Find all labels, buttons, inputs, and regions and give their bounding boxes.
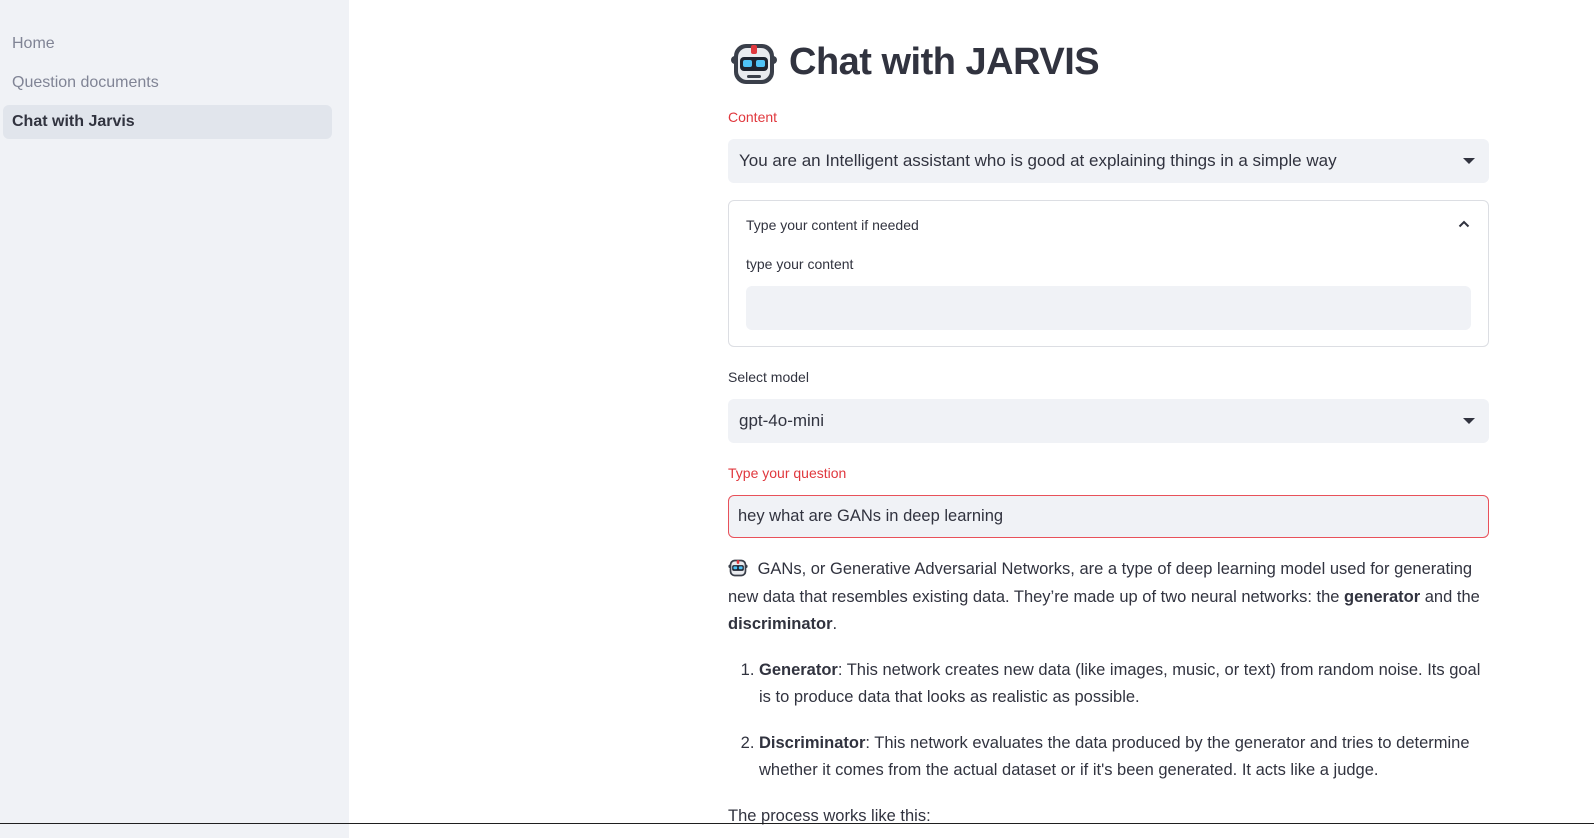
content-field-label: type your content [746,256,854,272]
question-input[interactable] [728,495,1489,538]
model-select[interactable]: gpt-4o-mini [728,399,1489,443]
caret-down-icon [1463,158,1475,164]
robot-face-icon [731,44,777,84]
list-item-term: Discriminator [759,733,866,752]
page-title-text: Chat with JARVIS [789,41,1100,83]
answer-intro-part-2: and the [1420,587,1480,606]
list-item-text: : This network evaluates the data produc… [759,733,1470,780]
content-select-value: You are an Intelligent assistant who is … [739,151,1337,170]
sidebar-item-home[interactable]: Home [3,27,332,61]
sidebar-item-question-documents[interactable]: Question documents [3,66,332,100]
answer-term-generator: generator [1344,587,1421,606]
answer-footer: The process works like this: [728,806,931,825]
window-bottom-border [0,823,1594,824]
question-label: Type your question [728,465,847,481]
sidebar-item-chat-with-jarvis[interactable]: Chat with Jarvis [3,105,332,139]
caret-down-icon [1463,418,1475,424]
answer-intro-part-3: . [832,615,838,633]
chevron-up-icon [1458,220,1470,228]
content-expander: Type your content if needed type your co… [728,200,1489,347]
content-label: Content [728,109,778,125]
content-input[interactable] [746,286,1471,330]
model-select-value: gpt-4o-mini [739,411,825,430]
list-item-term: Generator [759,660,838,679]
expander-title: Type your content if needed [746,217,919,233]
answer-list: Generator: This network creates new data… [728,657,1489,785]
list-item: Generator: This network creates new data… [759,657,1489,712]
answer-intro: GANs, or Generative Adversarial Networks… [728,556,1489,639]
robot-face-icon [728,559,748,577]
answer-text: GANs, or Generative Adversarial Networks… [728,556,1489,830]
sidebar: Home Question documents Chat with Jarvis [0,0,349,838]
content-select[interactable]: You are an Intelligent assistant who is … [728,139,1489,183]
list-item-text: : This network creates new data (like im… [759,660,1481,707]
answer-term-discriminator: discriminator [728,615,833,633]
model-label: Select model [728,369,809,385]
expander-header[interactable]: Type your content if needed [746,217,1472,237]
list-item: Discriminator: This network evaluates th… [759,730,1489,785]
